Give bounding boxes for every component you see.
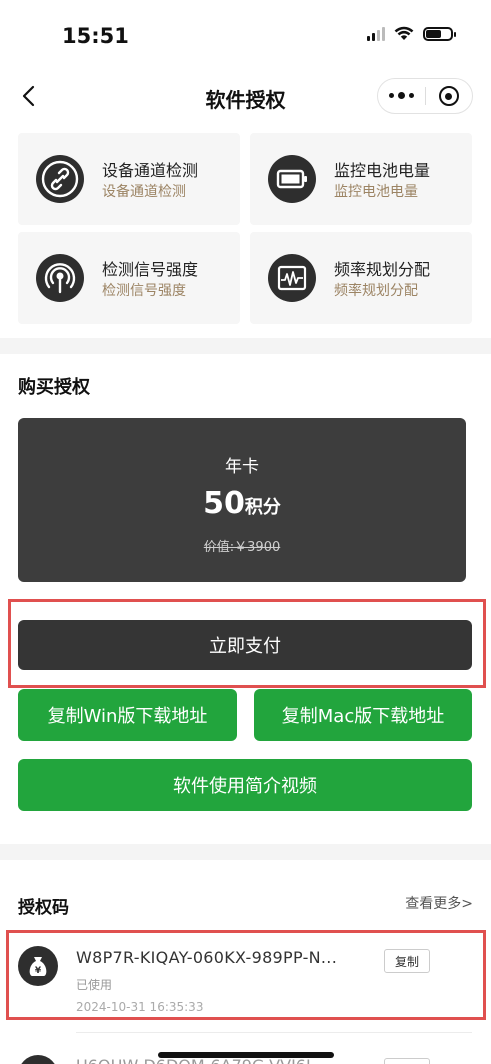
plan-card-annual[interactable]: 年卡 50积分 价值:￥3900 <box>18 418 466 582</box>
copy-code-button[interactable] <box>384 1058 430 1064</box>
pay-now-button[interactable]: 立即支付 <box>18 620 472 670</box>
feature-subtitle: 频率规划分配 <box>334 283 418 299</box>
plan-name: 年卡 <box>225 457 259 477</box>
price-number: 50 <box>203 486 245 521</box>
feature-subtitle: 设备通道检测 <box>102 184 186 200</box>
plan-price: 50积分 <box>18 486 466 521</box>
purchase-section-title: 购买授权 <box>18 377 90 398</box>
cellular-signal-icon <box>367 26 385 41</box>
feature-title: 设备通道检测 <box>102 161 199 180</box>
status-time: 15:51 <box>62 24 129 48</box>
feature-subtitle: 监控电池电量 <box>334 184 418 200</box>
copy-win-download-button[interactable]: 复制Win版下载地址 <box>18 689 237 741</box>
signal-broadcast-icon <box>36 254 84 302</box>
feature-frequency-plan: 频率规划分配 频率规划分配 <box>250 232 472 324</box>
miniprogram-capsule <box>377 78 473 114</box>
feature-battery-monitor: 监控电池电量 监控电池电量 <box>250 133 472 225</box>
money-bag-icon <box>18 1055 58 1064</box>
price-unit: 积分 <box>244 497 281 518</box>
feature-channel-detect: 设备通道检测 设备通道检测 <box>18 133 240 225</box>
list-divider <box>76 1032 472 1033</box>
battery-icon <box>268 155 316 203</box>
license-section-title: 授权码 <box>18 898 69 918</box>
status-bar: 15:51 <box>0 0 491 64</box>
feature-subtitle: 检测信号强度 <box>102 283 186 299</box>
feature-signal-strength: 检测信号强度 检测信号强度 <box>18 232 240 324</box>
nav-bar: 软件授权 <box>0 64 491 128</box>
section-divider <box>0 844 491 860</box>
intro-video-button[interactable]: 软件使用简介视频 <box>18 759 472 811</box>
link-icon <box>36 155 84 203</box>
feature-title: 检测信号强度 <box>102 260 199 279</box>
license-code: W8P7R-KIQAY-060KX-989PP-N... <box>76 948 338 967</box>
svg-text:¥: ¥ <box>35 966 42 976</box>
feature-title: 频率规划分配 <box>334 260 431 279</box>
copy-code-button[interactable]: 复制 <box>384 949 430 973</box>
view-more-link[interactable]: 查看更多> <box>405 893 473 913</box>
home-indicator[interactable] <box>158 1052 334 1058</box>
more-menu-icon[interactable] <box>378 92 425 99</box>
waveform-icon <box>268 254 316 302</box>
feature-title: 监控电池电量 <box>334 161 431 180</box>
license-status: 已使用 <box>76 978 113 992</box>
copy-mac-download-button[interactable]: 复制Mac版下载地址 <box>254 689 472 741</box>
section-divider <box>0 338 491 354</box>
money-bag-icon: ¥ <box>18 946 58 986</box>
original-price: 价值:￥3900 <box>203 540 281 555</box>
wifi-icon <box>394 26 414 40</box>
close-miniprogram-icon[interactable] <box>426 86 472 106</box>
status-icons <box>367 26 456 41</box>
license-time: 2024-10-31 16:35:33 <box>76 1000 204 1014</box>
battery-icon <box>423 26 456 41</box>
